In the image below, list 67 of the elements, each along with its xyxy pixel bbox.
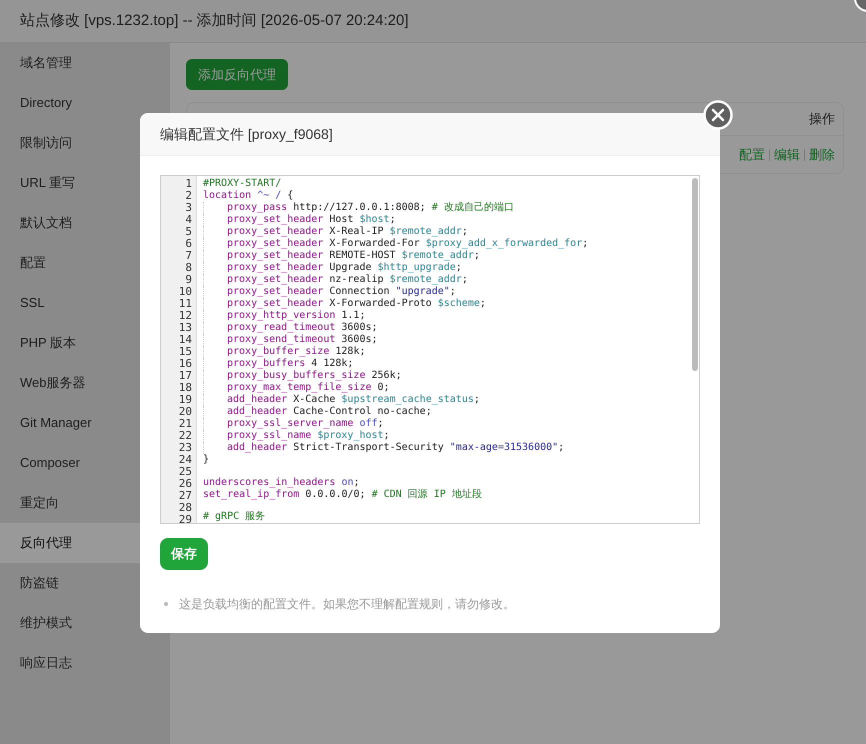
column-header: 操作	[809, 110, 835, 128]
line-number: 16	[178, 358, 193, 370]
line-number: 9	[184, 274, 193, 286]
code-editor[interactable]	[160, 175, 700, 524]
code-line: proxy_set_header X-Forwarded-Proto $scheme;	[227, 298, 486, 310]
code-line: set_real_ip_from 0.0.0.0/0; # CDN 回源 IP 地址段	[203, 488, 482, 500]
code-line: }	[203, 454, 210, 466]
code-line: proxy_pass http://127.0.0.1:8008; # 改成自己的端口	[227, 202, 514, 214]
line-number: 4	[184, 214, 193, 226]
line-number: 5	[184, 226, 193, 238]
code-line: proxy_set_header REMOTE-HOST $remote_addr;	[227, 250, 480, 262]
note-text: 这是负载均衡的配置文件。如果您不理解配置规则，请勿修改。	[179, 596, 515, 613]
code-line: add_header Cache-Control no-cache;	[227, 406, 432, 418]
code-line: proxy_max_temp_file_size 0;	[227, 382, 390, 394]
code-line: add_header Strict-Transport-Security "max-age=31536000";	[227, 442, 564, 454]
bullet-icon	[164, 602, 168, 606]
code-line: add_header X-Cache $upstream_cache_status;	[227, 394, 480, 406]
code-line: #PROXY-START/	[203, 178, 282, 190]
line-number: 27	[178, 490, 193, 502]
line-number: 26	[178, 478, 193, 490]
line-number: 6	[184, 238, 193, 250]
code-line: proxy_http_version 1.1;	[227, 310, 366, 322]
line-number: 24	[178, 454, 193, 466]
add-proxy-button[interactable]: 添加反向代理	[186, 59, 288, 90]
code-line: proxy_set_header Host $host;	[227, 214, 396, 226]
code-line: proxy_ssl_name $proxy_host;	[227, 430, 390, 442]
save-button[interactable]: 保存	[160, 538, 208, 570]
code-line: proxy_read_timeout 3600s;	[227, 322, 378, 334]
line-number: 22	[178, 430, 193, 442]
action-link[interactable]: 编辑	[774, 144, 800, 164]
code-line: underscores_in_headers on;	[203, 476, 360, 488]
scrollbar-thumb[interactable]	[692, 178, 698, 371]
code-line: proxy_send_timeout 3600s;	[227, 334, 378, 346]
code-line: proxy_buffers 4 128k;	[227, 358, 354, 370]
line-number: 23	[178, 442, 193, 454]
line-number: 29	[178, 514, 193, 523]
window-title: 站点修改 [vps.1232.top] -- 添加时间 [2026-05-07 20:24:20]	[20, 10, 409, 31]
code-line: proxy_set_header nz-realip $remote_addr;	[227, 274, 468, 286]
line-number: 3	[184, 202, 193, 214]
line-number: 7	[184, 250, 193, 262]
code-line: proxy_ssl_server_name off;	[227, 418, 384, 430]
line-number: 2	[184, 190, 193, 202]
line-number: 25	[178, 466, 193, 478]
line-number: 15	[178, 346, 193, 358]
line-number: 1	[184, 178, 193, 190]
code-line: # gRPC 服务	[203, 511, 266, 523]
line-number: 20	[178, 406, 193, 418]
action-link[interactable]: 删除	[809, 144, 835, 164]
code-line: proxy_busy_buffers_size 256k;	[227, 370, 402, 382]
line-number: 13	[178, 322, 193, 334]
line-number: 19	[178, 394, 193, 406]
code-line: location ^~ / {	[203, 190, 294, 202]
code-line: proxy_set_header X-Real-IP $remote_addr;	[227, 226, 468, 238]
line-number: 11	[178, 298, 193, 310]
code-line: proxy_set_header Upgrade $http_upgrade;	[227, 262, 462, 274]
code-line: proxy_set_header X-Forwarded-For $proxy_add_x_forwarded_for;	[227, 238, 588, 250]
line-number: 10	[178, 286, 193, 298]
action-link[interactable]: 配置	[739, 144, 765, 164]
line-number: 18	[178, 382, 193, 394]
code-line: proxy_buffer_size 128k;	[227, 346, 366, 358]
line-number: 17	[178, 370, 193, 382]
line-number: 8	[184, 262, 193, 274]
line-number: 28	[178, 502, 193, 514]
code-line: proxy_set_header Connection "upgrade";	[227, 286, 456, 298]
line-number: 12	[178, 310, 193, 322]
line-number: 21	[178, 418, 193, 430]
line-number: 14	[178, 334, 193, 346]
